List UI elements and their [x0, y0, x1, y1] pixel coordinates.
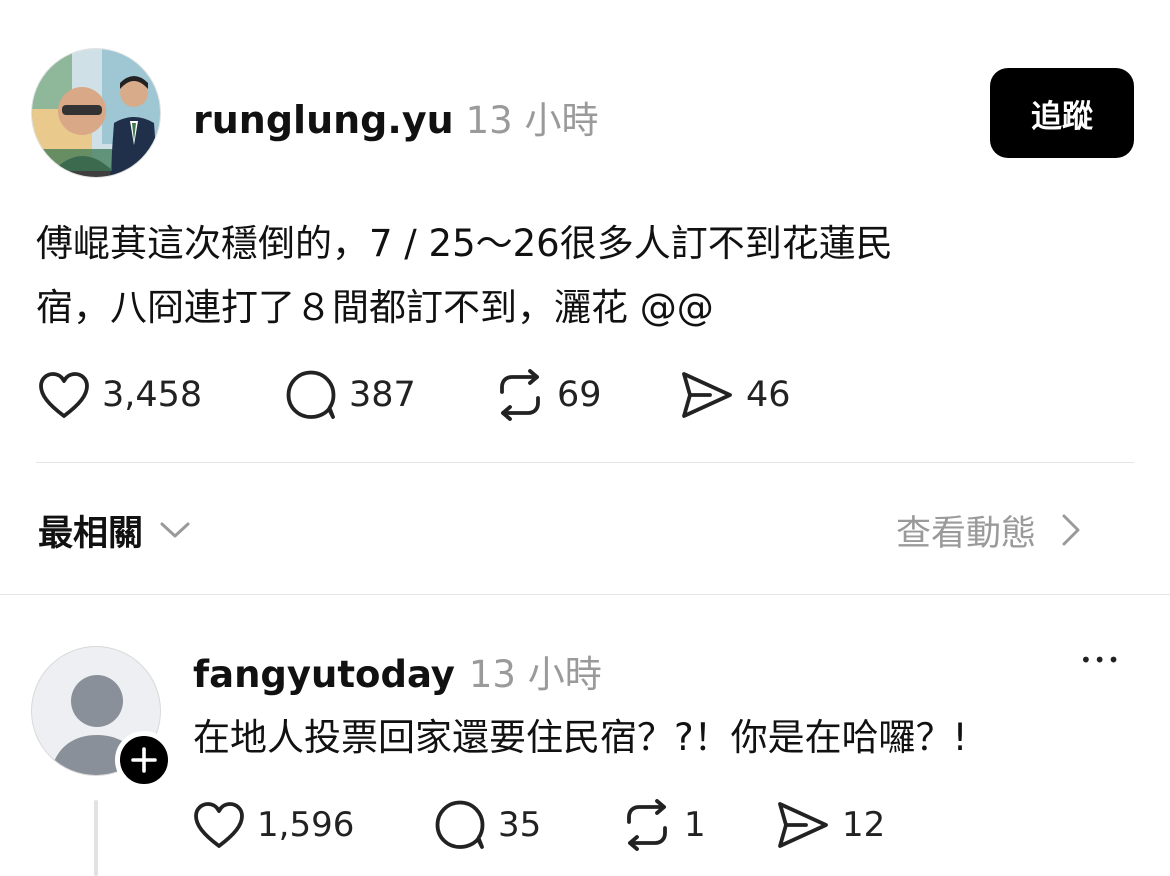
chevron-right-icon [1062, 514, 1080, 546]
post-header: runglung.yu 13 小時 [193, 90, 598, 144]
comment-bubble-icon [286, 370, 336, 419]
send-icon [682, 372, 732, 418]
like-button[interactable]: 1,596 [193, 795, 354, 855]
share-count: 12 [842, 805, 886, 845]
repost-count: 69 [557, 375, 602, 415]
post-text: 傅崐萁這次穩倒的，7 / 25～26很多人訂不到花蓮民 宿，八冏連打了８間都訂不… [36, 212, 1136, 340]
heart-icon [39, 372, 89, 418]
heart-icon [194, 802, 244, 848]
share-count: 46 [746, 375, 791, 415]
repost-button[interactable]: 69 [493, 365, 602, 425]
chevron-down-icon [160, 522, 190, 538]
repost-icon [627, 799, 667, 851]
like-count: 1,596 [257, 805, 355, 845]
sort-dropdown[interactable]: 最相關 [38, 505, 191, 555]
more-options-button[interactable]: ••• [1080, 648, 1121, 672]
view-activity-link[interactable]: 查看動態 [896, 505, 1082, 555]
sort-label: 最相關 [38, 513, 144, 554]
like-button[interactable]: 3,458 [38, 365, 202, 425]
post-username[interactable]: runglung.yu [193, 98, 454, 142]
post-text-line: 傅崐萁這次穩倒的，7 / 25～26很多人訂不到花蓮民 [36, 222, 893, 265]
post-author-avatar[interactable] [31, 48, 161, 178]
thread-line [94, 800, 98, 876]
post-timestamp: 13 小時 [465, 99, 599, 142]
follow-plus-button[interactable] [115, 731, 173, 789]
follow-button[interactable]: 追蹤 [990, 68, 1134, 158]
share-button[interactable]: 46 [680, 365, 791, 425]
reply-timestamp: 13 小時 [468, 653, 602, 696]
divider [0, 594, 1170, 595]
reply-header: fangyutoday 13 小時 [193, 644, 602, 698]
repost-button[interactable]: 1 [620, 795, 706, 855]
divider [36, 462, 1134, 463]
comment-count: 387 [349, 375, 416, 415]
post-text-line: 宿，八冏連打了８間都訂不到，灑花 @@ [36, 286, 714, 329]
avatar-photo [32, 49, 160, 177]
comment-button[interactable]: 35 [434, 795, 541, 855]
share-button[interactable]: 12 [776, 795, 885, 855]
reply-text: 在地人投票回家還要住民宿？?！你是在哈囉？! [193, 716, 968, 759]
comment-button[interactable]: 387 [285, 365, 416, 425]
repost-count: 1 [684, 805, 706, 845]
comment-bubble-icon [435, 800, 485, 849]
reply-username[interactable]: fangyutoday [193, 653, 455, 696]
view-activity-label: 查看動態 [896, 513, 1037, 554]
like-count: 3,458 [102, 375, 203, 415]
plus-icon [131, 747, 157, 773]
repost-icon [500, 369, 540, 421]
comment-count: 35 [498, 805, 542, 845]
send-icon [778, 802, 828, 848]
